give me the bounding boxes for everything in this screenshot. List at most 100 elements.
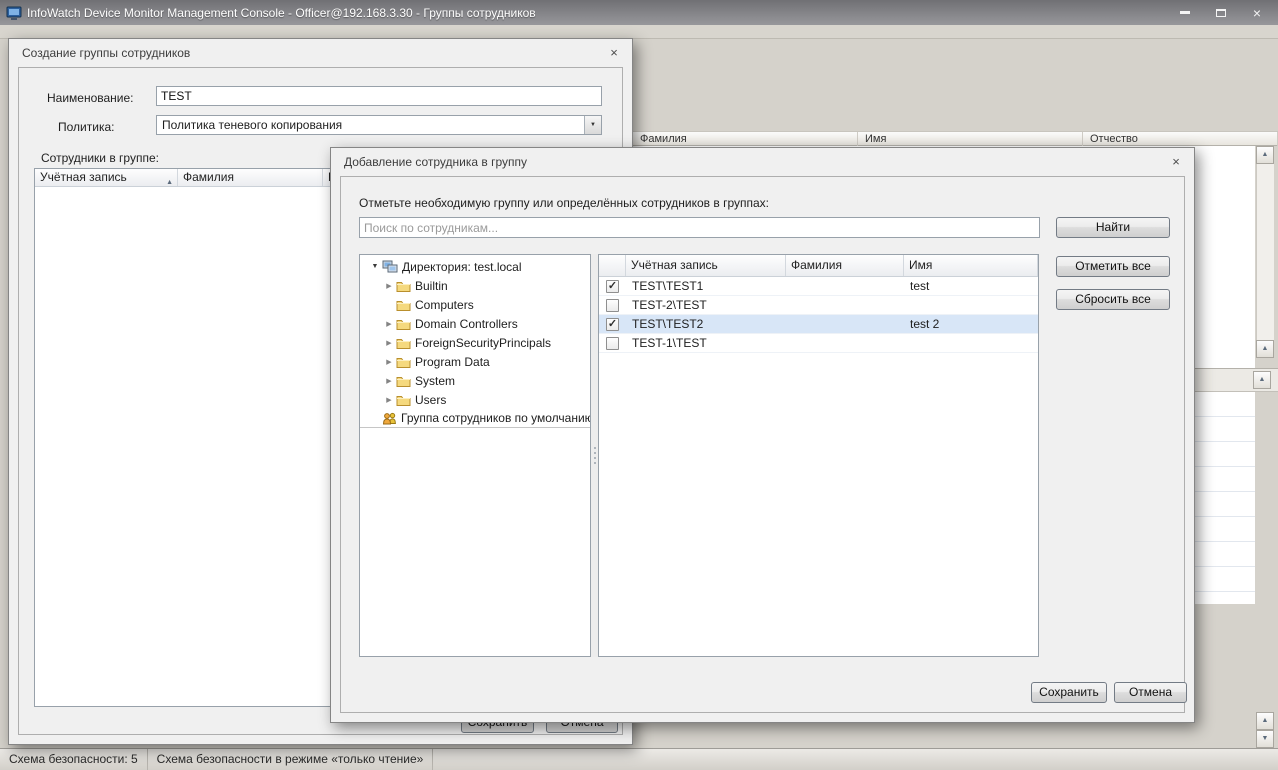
folder-icon (396, 280, 411, 292)
lower-scroll-down-button[interactable]: ▼ (1256, 730, 1274, 748)
save-button[interactable]: Сохранить (1031, 682, 1107, 703)
tree-item-label: ForeignSecurityPrincipals (415, 335, 552, 350)
instruction-label: Отметьте необходимую группу или определё… (359, 196, 770, 210)
chevron-up-icon: ▲ (1258, 376, 1266, 383)
folder-icon (396, 356, 411, 368)
window-titlebar: InfoWatch Device Monitor Management Cons… (0, 0, 1278, 25)
employee-row[interactable]: ✓ TEST-1\TEST (599, 334, 1038, 353)
minimize-button[interactable] (1172, 4, 1198, 21)
tree-expanded-icon[interactable]: ▼ (368, 263, 382, 270)
folder-icon (396, 375, 411, 387)
folder-icon (396, 337, 411, 349)
dialog-title: Добавление сотрудника в группу (344, 154, 527, 169)
tree-collapsed-icon[interactable]: ▶ (382, 282, 396, 290)
row-checkbox[interactable]: ✓ (606, 336, 619, 350)
check-icon: ✓ (607, 279, 618, 292)
row-checkbox[interactable]: ✓ (606, 279, 619, 293)
check-icon: ✓ (607, 317, 618, 330)
tree-item-label: Domain Controllers (415, 316, 518, 331)
cell-account: TEST\TEST1 (632, 279, 704, 293)
cell-name: test (910, 279, 930, 293)
tree-collapsed-icon[interactable]: ▶ (382, 377, 396, 385)
dialog-title: Создание группы сотрудников (22, 45, 191, 60)
directory-tree: ▼ Директория: test.local ▶ Builtin Compu… (359, 254, 591, 657)
window-title: InfoWatch Device Monitor Management Cons… (27, 5, 536, 20)
tree-item-label: Users (415, 392, 447, 407)
policy-combobox[interactable]: Политика теневого копирования ▼ (156, 115, 602, 135)
tree-item-label: Директория: test.local (402, 259, 522, 274)
tree-item-label: System (415, 373, 456, 388)
tree-collapsed-icon[interactable]: ▶ (382, 320, 396, 328)
folder-icon (396, 394, 411, 406)
tree-item-default-group[interactable]: Группа сотрудников по умолчанию (360, 409, 590, 428)
cancel-button[interactable]: Отмена (1114, 682, 1187, 703)
tree-item-label: Computers (415, 297, 474, 312)
tree-item-builtin[interactable]: ▶ Builtin (360, 276, 590, 295)
app-icon (6, 5, 22, 21)
dialog-close-icon[interactable]: × (605, 45, 623, 60)
add-employee-dialog: Добавление сотрудника в группу × Отметьт… (330, 147, 1195, 723)
scroll-up-icon: ▲ (1261, 717, 1269, 724)
status-security-scheme: Схема безопасности: 5 (0, 749, 148, 770)
tree-item-label: Program Data (415, 354, 490, 369)
employee-row[interactable]: ✓ TEST-2\TEST (599, 296, 1038, 315)
column-header-account[interactable]: Учётная запись (626, 255, 786, 276)
tree-collapsed-icon[interactable]: ▶ (382, 396, 396, 404)
select-all-button[interactable]: Отметить все (1056, 256, 1170, 277)
tree-item-computers[interactable]: Computers (360, 295, 590, 314)
column-header-surname[interactable]: Фамилия (633, 132, 858, 146)
tree-collapsed-icon[interactable]: ▶ (382, 358, 396, 366)
scroll-up-button[interactable]: ▲ (1256, 146, 1274, 164)
employee-search-input[interactable] (359, 217, 1040, 238)
scroll-down-button[interactable]: ▲ (1256, 340, 1274, 358)
tree-item-domain-controllers[interactable]: ▶ Domain Controllers (360, 314, 590, 333)
row-checkbox[interactable]: ✓ (606, 298, 619, 312)
row-checkbox[interactable]: ✓ (606, 317, 619, 331)
collapse-pane-button[interactable]: ▲ (1253, 371, 1271, 389)
background-list-header: Фамилия Имя Отчество (633, 131, 1278, 146)
column-header-label: Учётная запись (40, 170, 127, 184)
employees-table-header: Учётная запись Фамилия Имя (599, 255, 1038, 277)
cell-name: test 2 (910, 317, 940, 331)
directory-icon (382, 260, 398, 274)
close-icon: × (1252, 4, 1262, 21)
column-header-name[interactable]: Имя (858, 132, 1083, 146)
find-button[interactable]: Найти (1056, 217, 1170, 238)
panel-splitter[interactable] (591, 254, 598, 657)
policy-selected-value: Политика теневого копирования (162, 118, 343, 132)
column-header-name[interactable]: Имя (904, 255, 1038, 276)
folder-icon (396, 318, 411, 330)
tree-item-foreign-security-principals[interactable]: ▶ ForeignSecurityPrincipals (360, 333, 590, 352)
employee-row[interactable]: ✓ TEST\TEST2 test 2 (599, 315, 1038, 334)
scroll-up-icon: ▲ (1261, 151, 1269, 158)
add-employee-dialog-titlebar: Добавление сотрудника в группу × (331, 148, 1194, 175)
minimize-icon (1180, 11, 1190, 14)
chevron-down-icon: ▼ (590, 122, 596, 128)
tree-collapsed-icon[interactable]: ▶ (382, 339, 396, 347)
tree-root-directory[interactable]: ▼ Директория: test.local (360, 257, 590, 276)
menu-bar (0, 25, 1278, 39)
tree-item-program-data[interactable]: ▶ Program Data (360, 352, 590, 371)
dialog-close-icon[interactable]: × (1167, 154, 1185, 169)
lower-scroll-up-button[interactable]: ▲ (1256, 712, 1274, 730)
folder-icon (396, 299, 411, 311)
employee-row[interactable]: ✓ TEST\TEST1 test (599, 277, 1038, 296)
clear-all-button[interactable]: Сбросить все (1056, 289, 1170, 310)
tree-item-users[interactable]: ▶ Users (360, 390, 590, 409)
employees-table: Учётная запись Фамилия Имя ✓ TEST\TEST1 … (598, 254, 1039, 657)
close-button[interactable]: × (1244, 4, 1270, 21)
background-scrollbar-track[interactable] (1256, 146, 1274, 358)
column-header-surname[interactable]: Фамилия (178, 169, 323, 186)
maximize-icon (1216, 8, 1226, 17)
scroll-down-icon: ▲ (1261, 345, 1269, 352)
group-icon (382, 412, 397, 425)
column-header-patronymic[interactable]: Отчество (1083, 132, 1278, 146)
combo-dropdown-button[interactable]: ▼ (584, 116, 601, 134)
policy-label: Политика: (58, 120, 115, 134)
maximize-button[interactable] (1208, 4, 1234, 21)
tree-item-system[interactable]: ▶ System (360, 371, 590, 390)
tree-item-label: Группа сотрудников по умолчанию (401, 411, 591, 425)
column-header-account[interactable]: Учётная запись ▲ (35, 169, 178, 186)
column-header-surname[interactable]: Фамилия (786, 255, 904, 276)
group-name-input[interactable] (156, 86, 602, 106)
